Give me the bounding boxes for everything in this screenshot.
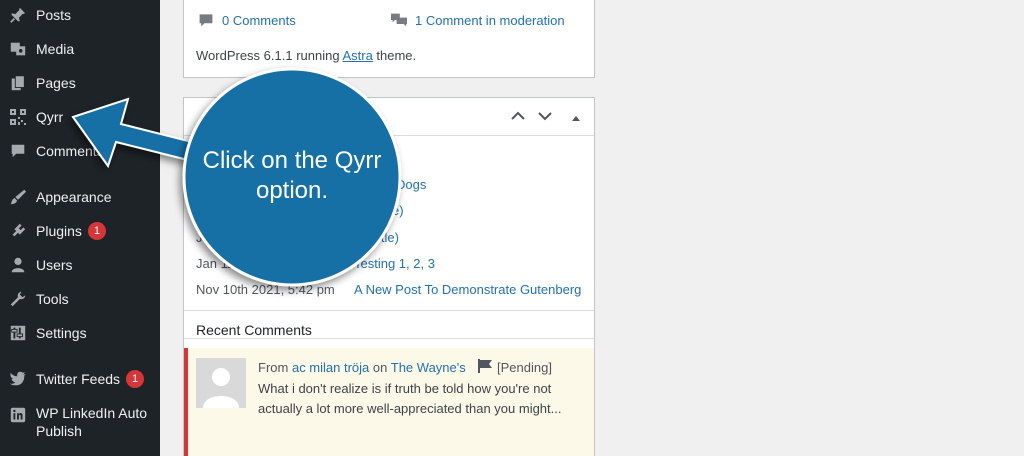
twitter-feeds-badge: 1 <box>126 370 145 388</box>
theme-link[interactable]: Astra <box>342 48 372 63</box>
sidebar-item-label: Tools <box>36 291 69 307</box>
avatar <box>196 358 246 408</box>
sidebar-item-qyrr[interactable]: Qyrr <box>0 100 160 134</box>
sidebar-item-label: Comments <box>36 143 104 159</box>
brush-icon <box>0 188 36 206</box>
comment-author-link[interactable]: ac milan tröja <box>292 360 369 375</box>
sidebar-item-label: Appearance <box>36 189 112 205</box>
comments-icon <box>391 13 407 27</box>
sidebar-item-posts[interactable]: Posts <box>0 0 160 32</box>
chevron-up-icon <box>511 111 525 120</box>
callout-text: Click on the Qyrr option. <box>202 147 382 204</box>
sidebar-item-label: Twitter Feeds <box>36 371 121 387</box>
sidebar-item-label: Qyrr <box>36 109 64 125</box>
post-link[interactable]: Dogs <box>396 177 426 192</box>
triangle-up-icon <box>572 116 580 121</box>
sidebar-item-comments[interactable]: Comments <box>0 134 160 168</box>
panel-header <box>184 98 594 136</box>
user-icon <box>0 256 36 274</box>
flag-icon <box>478 359 493 373</box>
sidebar-item-appearance[interactable]: Appearance <box>0 180 160 214</box>
sidebar-item-tools[interactable]: Tools <box>0 282 160 316</box>
sidebar-item-pages[interactable]: Pages <box>0 66 160 100</box>
settings-icon <box>0 324 36 342</box>
status-badge: [Pending] <box>497 360 552 375</box>
media-icon <box>0 40 36 58</box>
post-link[interactable]: A New Post To Demonstrate Gutenberg <box>354 282 581 297</box>
sidebar-item-twitter-feeds[interactable]: Twitter Feeds 1 <box>0 362 160 396</box>
toggle-panel-button[interactable] <box>570 110 582 128</box>
sidebar-item-label: Media <box>36 41 75 57</box>
sidebar-item-users[interactable]: Users <box>0 248 160 282</box>
sidebar-item-label: Users <box>36 257 73 273</box>
comment-icon <box>199 14 213 27</box>
sidebar-item-settings[interactable]: Settings <box>0 316 160 350</box>
wrench-icon <box>0 290 36 308</box>
wordpress-version-text: WordPress 6.1.1 running Astra theme. <box>196 48 417 63</box>
sidebar-item-label: WP LinkedIn Auto Publish <box>36 405 148 439</box>
pages-icon <box>0 74 36 92</box>
divider <box>184 338 594 339</box>
post-link[interactable]: e) <box>392 203 404 218</box>
divider <box>184 310 594 311</box>
list-item: Jan 11th, Testing 1, 2, 3 <box>196 256 435 271</box>
pin-icon <box>0 6 36 24</box>
sidebar-item-label: Plugins <box>36 223 82 239</box>
twitter-icon <box>0 370 36 388</box>
at-a-glance-panel: 0 Comments 1 Comment in moderation WordP… <box>183 0 595 78</box>
comment-post-link[interactable]: The Wayne's <box>391 360 466 375</box>
sidebar-item-plugins[interactable]: Plugins 1 <box>0 214 160 248</box>
sidebar-item-wp-linkedin-auto-publish[interactable]: WP LinkedIn Auto Publish <box>0 398 160 442</box>
recent-comments-heading: Recent Comments <box>196 322 312 338</box>
sidebar-item-label: Settings <box>36 325 87 341</box>
comment-meta: From ac milan tröja on The Wayne's [Pend… <box>258 359 552 375</box>
move-up-button[interactable] <box>510 108 526 129</box>
list-item: Ju itle) <box>196 230 399 245</box>
move-down-button[interactable] <box>537 108 553 129</box>
comment-icon <box>0 142 36 160</box>
sidebar-item-label: Posts <box>36 7 72 23</box>
comments-count-link[interactable]: 0 Comments <box>198 12 296 28</box>
qr-code-icon <box>0 108 36 126</box>
list-item: Nov 10th 2021, 5:42 pm A New Post To Dem… <box>196 282 582 297</box>
plug-icon <box>0 222 36 240</box>
list-item: e) <box>392 203 404 218</box>
linkedin-icon <box>0 406 36 424</box>
admin-sidebar: Posts Media Pages Qyrr Comments Appearan… <box>0 0 160 456</box>
list-item: Dogs <box>396 177 426 192</box>
plugins-update-badge: 1 <box>87 222 106 240</box>
sidebar-item-media[interactable]: Media <box>0 32 160 66</box>
moderation-link[interactable]: 1 Comment in moderation <box>390 12 565 28</box>
pending-comment[interactable]: From ac milan tröja on The Wayne's [Pend… <box>184 348 594 456</box>
sidebar-item-label: Pages <box>36 75 76 91</box>
default-avatar-icon <box>203 368 239 408</box>
chevron-down-icon <box>538 112 552 121</box>
comment-excerpt: What i don't realize is if truth be told… <box>258 381 562 416</box>
post-link[interactable]: itle) <box>378 230 399 245</box>
post-link[interactable]: Testing 1, 2, 3 <box>354 256 435 271</box>
